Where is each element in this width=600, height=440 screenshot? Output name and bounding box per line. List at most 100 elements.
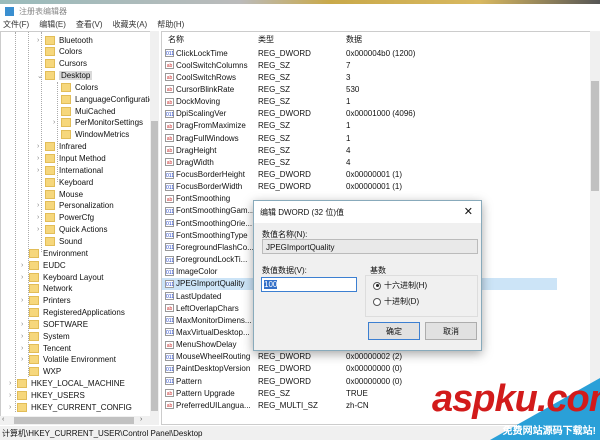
tree-node[interactable]: › HKEY_USERS	[9, 390, 85, 402]
table-row[interactable]: ab DockMoving REG_SZ 1	[162, 96, 557, 108]
chevron-right-icon[interactable]: ›	[21, 297, 29, 304]
tree-node-label: SOFTWARE	[43, 319, 89, 329]
table-row[interactable]: ab PreferredUILangua... REG_MULTI_SZ zh-CN	[162, 399, 557, 411]
table-row[interactable]: ab Pattern Upgrade REG_SZ TRUE	[162, 387, 557, 399]
chevron-right-icon[interactable]: ›	[37, 214, 45, 221]
table-row[interactable]: ab CoolSwitchRows REG_SZ 3	[162, 71, 557, 83]
tree-node[interactable]: › PowerCfg	[37, 212, 94, 224]
tree-node[interactable]: › Infrared	[37, 141, 87, 153]
menu-file[interactable]: 文件(F)	[3, 19, 29, 30]
tree-node[interactable]: › Tencent	[21, 342, 71, 354]
tree-node[interactable]: Colors	[53, 81, 98, 93]
tree-node[interactable]: › HKEY_CURRENT_CONFIG	[9, 401, 132, 413]
table-row[interactable]: ab DragFromMaximize REG_SZ 1	[162, 120, 557, 132]
chevron-right-icon[interactable]: ›	[21, 356, 29, 363]
decimal-radio[interactable]: 十进制(D)	[373, 296, 419, 307]
table-row[interactable]: ab CursorBlinkRate REG_SZ 530	[162, 83, 557, 95]
tree-vertical-scrollbar[interactable]	[150, 31, 159, 416]
chevron-right-icon[interactable]: ›	[37, 37, 45, 44]
chevron-right-icon[interactable]: ›	[21, 262, 29, 269]
binary-value-icon: 011	[165, 170, 174, 179]
table-row[interactable]: ab DragHeight REG_SZ 4	[162, 144, 557, 156]
tree-node[interactable]: › Bluetooth	[37, 34, 93, 46]
chevron-right-icon[interactable]: ›	[21, 321, 29, 328]
column-type-header[interactable]: 类型	[258, 34, 274, 45]
tree-node[interactable]: › EUDC	[21, 259, 66, 271]
tree-node-label: Network	[43, 284, 73, 294]
chevron-down-icon[interactable]: ⌄	[37, 72, 45, 80]
table-row[interactable]: 011 FocusBorderHeight REG_DWORD 0x00000001 …	[162, 169, 557, 181]
tree-node[interactable]: › System	[21, 330, 70, 342]
chevron-right-icon[interactable]: ›	[21, 345, 29, 352]
tree-node[interactable]: › Input Method	[37, 153, 106, 165]
column-name-header[interactable]: 名称	[168, 34, 184, 45]
tree-node[interactable]: LanguageConfiguration	[53, 93, 158, 105]
menu-view[interactable]: 查看(V)	[76, 19, 103, 30]
chevron-right-icon[interactable]: ›	[9, 380, 17, 387]
tree-node[interactable]: › Keyboard Layout	[21, 271, 104, 283]
tree-node[interactable]: › Quick Actions	[37, 224, 107, 236]
tree-node-label: WindowMetrics	[75, 130, 130, 140]
table-row[interactable]: 011 FocusBorderWidth REG_DWORD 0x00000001 (…	[162, 181, 557, 193]
tree-node[interactable]: RegisteredApplications	[21, 307, 125, 319]
table-row[interactable]: 011 PaintDesktopVersion REG_DWORD 0x0000000…	[162, 363, 557, 375]
table-row[interactable]: 011 ClickLockTime REG_DWORD 0x000004b0 (120…	[162, 47, 557, 59]
value-name-field[interactable]: JPEGImportQuality	[262, 239, 478, 254]
chevron-right-icon[interactable]: ›	[21, 274, 29, 281]
tree-node[interactable]: Network	[21, 283, 72, 295]
tree-node[interactable]: Environment	[21, 247, 88, 259]
tree-node[interactable]: › Printers	[21, 295, 71, 307]
chevron-right-icon[interactable]: ›	[53, 119, 61, 126]
scroll-right-icon[interactable]: ›	[140, 416, 142, 423]
tree-node[interactable]: › Personalization	[37, 200, 114, 212]
binary-value-icon: 011	[165, 279, 174, 288]
tree-node[interactable]: Colors	[37, 46, 82, 58]
tree-node[interactable]: Keyboard	[37, 176, 93, 188]
scroll-thumb[interactable]	[151, 121, 158, 411]
tree-node[interactable]: › Volatile Environment	[21, 354, 116, 366]
table-row[interactable]: ab CoolSwitchColumns REG_SZ 7	[162, 59, 557, 71]
tree-node[interactable]: WindowMetrics	[53, 129, 129, 141]
tree-node-label: International	[59, 165, 104, 175]
status-bar: 计算机\HKEY_CURRENT_USER\Control Panel\Desk…	[0, 426, 600, 440]
chevron-right-icon[interactable]: ›	[9, 404, 17, 411]
ok-button[interactable]: 确定	[368, 322, 420, 340]
tree-node[interactable]: Sound	[37, 235, 82, 247]
tree-node[interactable]: › International	[37, 164, 103, 176]
hex-radio[interactable]: 十六进制(H)	[373, 280, 427, 291]
cancel-button[interactable]: 取消	[425, 322, 477, 340]
tree-horizontal-scrollbar[interactable]: ‹ ›	[0, 416, 159, 425]
scroll-left-icon[interactable]: ‹	[2, 416, 4, 423]
chevron-right-icon[interactable]: ›	[37, 226, 45, 233]
scroll-thumb[interactable]	[14, 417, 134, 424]
tree-node[interactable]: ⌄ Desktop	[37, 70, 93, 82]
menu-favorites[interactable]: 收藏夹(A)	[113, 19, 148, 30]
tree-node[interactable]: › SOFTWARE	[21, 318, 88, 330]
table-row[interactable]: 011 DpiScalingVer REG_DWORD 0x00001000 (409…	[162, 108, 557, 120]
menu-edit[interactable]: 编辑(E)	[39, 19, 66, 30]
scroll-thumb[interactable]	[591, 81, 599, 191]
column-data-header[interactable]: 数据	[346, 34, 362, 45]
menu-help[interactable]: 帮助(H)	[157, 19, 184, 30]
table-row[interactable]: ab DragFullWindows REG_SZ 1	[162, 132, 557, 144]
tree-node[interactable]: Cursors	[37, 58, 87, 70]
value-type: REG_DWORD	[258, 376, 311, 386]
list-vertical-scrollbar[interactable]	[590, 31, 600, 425]
chevron-right-icon[interactable]: ›	[37, 202, 45, 209]
chevron-right-icon[interactable]: ›	[9, 392, 17, 399]
chevron-right-icon[interactable]: ›	[37, 143, 45, 150]
close-icon[interactable]: ✕	[464, 205, 473, 218]
tree-node[interactable]: Mouse	[37, 188, 83, 200]
table-row[interactable]: 011 MouseWheelRouting REG_DWORD 0x00000002 …	[162, 351, 557, 363]
value-data: 0x00001000 (4096)	[346, 109, 416, 119]
table-row[interactable]: 011 Pattern REG_DWORD 0x00000000 (0)	[162, 375, 557, 387]
tree-node[interactable]: › PerMonitorSettings	[53, 117, 143, 129]
chevron-right-icon[interactable]: ›	[21, 333, 29, 340]
tree-node[interactable]: MuiCached	[53, 105, 115, 117]
chevron-right-icon[interactable]: ›	[37, 155, 45, 162]
tree-node[interactable]: › HKEY_LOCAL_MACHINE	[9, 378, 125, 390]
tree-node[interactable]: WXP	[21, 366, 61, 378]
value-data-input[interactable]: 100	[261, 277, 357, 292]
table-row[interactable]: ab DragWidth REG_SZ 4	[162, 156, 557, 168]
chevron-right-icon[interactable]: ›	[37, 167, 45, 174]
